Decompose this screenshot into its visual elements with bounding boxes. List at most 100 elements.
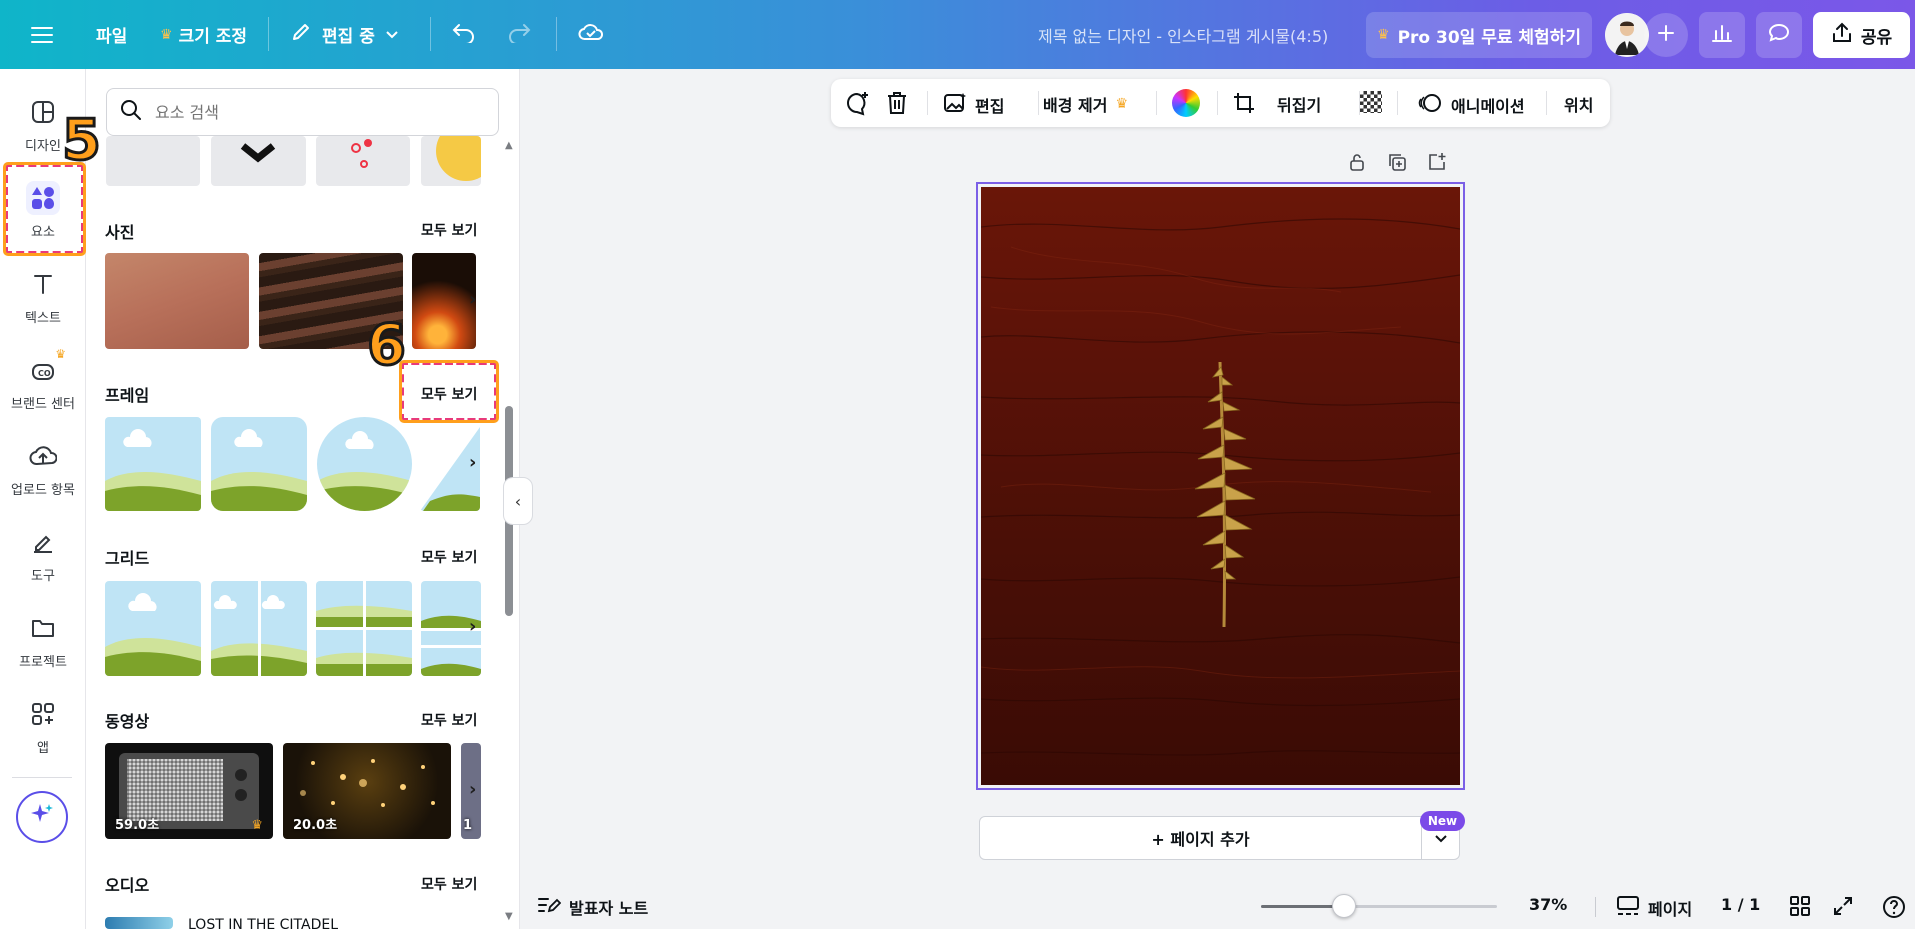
edit-label: 편집 — [975, 97, 1005, 116]
chevron-right-icon[interactable]: › — [469, 616, 476, 637]
cloud-check-icon — [578, 22, 604, 47]
divider — [268, 17, 269, 51]
design-canvas[interactable] — [976, 182, 1465, 790]
rail-item-apps[interactable]: 앱 — [0, 697, 86, 756]
crown-icon: ♛ — [1115, 96, 1129, 112]
new-badge: New — [1420, 811, 1465, 831]
divider — [927, 91, 928, 115]
see-all-videos[interactable]: 모두 보기 — [421, 710, 477, 730]
rail-item-label: 텍스트 — [25, 311, 61, 326]
photo-thumbnail[interactable] — [412, 253, 476, 349]
see-all-grids[interactable]: 모두 보기 — [421, 547, 477, 567]
section-title-frames: 프레임 — [105, 386, 150, 405]
redo-button[interactable] — [506, 0, 532, 69]
page-counter: 1 / 1 — [1721, 895, 1760, 914]
grid-view-button[interactable] — [1789, 895, 1811, 921]
svg-text:CO: CO — [38, 369, 51, 378]
annotation-number-6: 6 — [366, 312, 408, 380]
magic-assistant-button[interactable] — [16, 791, 68, 843]
image-edit-icon — [943, 92, 967, 118]
sparkle-icon — [28, 801, 56, 833]
grid-layout-1[interactable] — [105, 581, 201, 676]
undo-button[interactable] — [451, 0, 477, 69]
search-input[interactable] — [155, 102, 475, 122]
share-button[interactable]: 공유 — [1813, 12, 1910, 58]
crop-button[interactable] — [1232, 91, 1256, 119]
zoom-level[interactable]: 37% — [1529, 895, 1567, 914]
document-title[interactable]: 제목 없는 디자인 - 인스타그램 게시물(4:5) — [1038, 0, 1328, 69]
grid-layout-4[interactable] — [316, 581, 412, 676]
lock-icon[interactable] — [1347, 152, 1367, 176]
zoom-slider-knob[interactable] — [1332, 894, 1356, 918]
add-page-button[interactable]: + 페이지 추가 — [980, 817, 1421, 859]
comments-button[interactable] — [1756, 12, 1802, 58]
photo-thumbnail[interactable] — [105, 253, 249, 349]
grid-layout-2[interactable] — [211, 581, 307, 676]
animate-button[interactable]: 애니메이션 — [1417, 91, 1525, 119]
invite-button[interactable] — [1644, 13, 1688, 57]
see-all-photos[interactable]: 모두 보기 — [421, 220, 477, 240]
duplicate-page-icon[interactable] — [1387, 152, 1407, 176]
edit-image-button[interactable]: 편집 — [943, 92, 1004, 118]
chevron-right-icon[interactable]: › — [469, 289, 476, 310]
collapse-panel-button[interactable]: ‹ — [503, 477, 533, 525]
audio-cover[interactable] — [105, 917, 173, 929]
see-all-audio[interactable]: 모두 보기 — [421, 874, 477, 894]
chevron-left-icon: ‹ — [514, 491, 522, 511]
color-adjust-button[interactable] — [1172, 89, 1200, 117]
scroll-down-arrow-icon[interactable]: ▼ — [505, 911, 513, 922]
shape-tile[interactable] — [106, 136, 200, 186]
flip-label: 뒤집기 — [1277, 96, 1322, 115]
upload-share-icon — [1831, 22, 1853, 49]
frame-circle[interactable] — [317, 417, 412, 511]
edit-mode-dropdown[interactable]: 편집 중 — [290, 0, 399, 69]
rail-item-tools[interactable]: 도구 — [0, 525, 86, 584]
speaker-notes-button[interactable]: 발표자 노트 — [537, 895, 648, 919]
shape-tile[interactable] — [316, 136, 410, 186]
chevron-right-icon[interactable]: › — [469, 779, 476, 800]
add-comment-button[interactable] — [845, 90, 871, 120]
wood-photo[interactable] — [981, 187, 1460, 785]
background-remover-button[interactable]: 배경 제거 ♛ — [1043, 92, 1128, 116]
menu-button[interactable] — [28, 0, 56, 69]
scroll-up-arrow-icon[interactable]: ▲ — [505, 140, 513, 151]
notes-pencil-icon — [537, 895, 562, 919]
video-thumbnail[interactable]: 20.0초 — [283, 743, 451, 839]
rail-item-text[interactable]: 텍스트 — [0, 267, 86, 326]
avatar[interactable] — [1605, 13, 1649, 57]
video-thumbnail[interactable]: 59.0초 ♛ — [105, 743, 273, 839]
comment-plus-icon — [845, 90, 871, 120]
rail-item-brand[interactable]: CO ♛ 브랜드 센터 — [0, 347, 86, 412]
position-button[interactable]: 위치 — [1564, 92, 1593, 116]
frame-square[interactable] — [105, 417, 201, 511]
pro-trial-button[interactable]: ♛ Pro 30일 무료 체험하기 — [1366, 12, 1592, 58]
frame-rounded[interactable] — [211, 417, 307, 511]
edit-mode-label: 편집 중 — [322, 27, 375, 47]
shape-tile[interactable] — [421, 136, 481, 186]
insights-button[interactable] — [1699, 12, 1745, 58]
undo-icon — [451, 21, 477, 48]
crown-icon: ♛ — [160, 26, 173, 43]
cloud-save-status[interactable] — [578, 0, 604, 69]
flip-button[interactable]: 뒤집기 — [1277, 92, 1321, 116]
pages-button[interactable]: 페이지 — [1616, 895, 1692, 921]
fullscreen-button[interactable] — [1832, 895, 1854, 921]
annotation-number-5: 5 — [61, 107, 103, 175]
help-button[interactable] — [1882, 895, 1906, 923]
chevron-right-icon[interactable]: › — [469, 452, 476, 473]
rail-item-label: 앱 — [37, 741, 49, 756]
upload-icon — [26, 439, 60, 473]
rail-item-label: 브랜드 센터 — [11, 397, 75, 412]
rail-item-label: 도구 — [31, 569, 55, 584]
add-page-icon[interactable] — [1427, 152, 1447, 176]
transparency-button[interactable] — [1360, 91, 1382, 113]
video-duration: 1 — [463, 818, 473, 833]
rail-item-projects[interactable]: 프로젝트 — [0, 611, 86, 670]
shape-tile[interactable] — [211, 136, 306, 186]
resize-button[interactable]: ♛ 크기 조정 — [160, 0, 247, 69]
divider — [430, 17, 431, 51]
rail-item-uploads[interactable]: 업로드 항목 — [0, 439, 86, 498]
file-menu-button[interactable]: 파일 — [96, 0, 127, 69]
element-search[interactable] — [106, 88, 499, 136]
delete-button[interactable] — [885, 90, 909, 120]
